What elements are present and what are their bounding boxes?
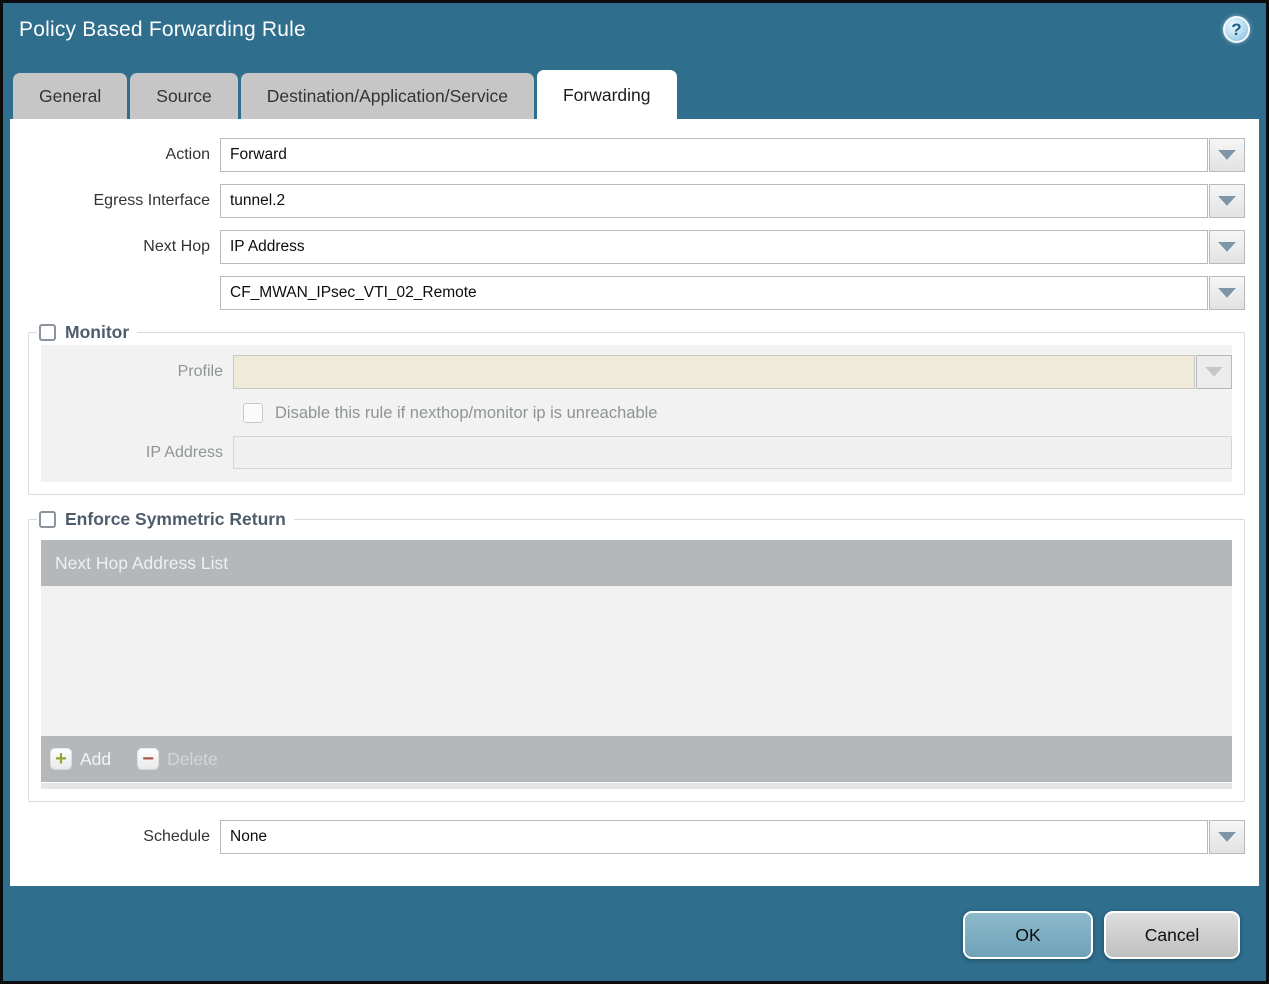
next-hop-address-field[interactable] [220, 276, 1208, 310]
action-field[interactable] [220, 138, 1208, 172]
monitor-ip-address-label: IP Address [145, 443, 223, 461]
chevron-down-icon [1218, 150, 1236, 160]
chevron-down-icon [1218, 242, 1236, 252]
disable-rule-checkbox [243, 403, 263, 423]
next-hop-address-row [10, 276, 1245, 310]
schedule-label: Schedule [143, 828, 210, 845]
chevron-down-icon [1218, 288, 1236, 298]
dialog-footer: OK Cancel [3, 886, 1266, 981]
next-hop-address-list-table: Next Hop Address List + Add − Delete [41, 540, 1232, 789]
next-hop-type-field[interactable] [220, 230, 1208, 264]
monitor-profile-dropdown-button [1196, 355, 1232, 389]
tab-general[interactable]: General [13, 73, 128, 119]
monitor-disable-rule-row: Disable this rule if nexthop/monitor ip … [243, 403, 1232, 423]
enforce-symmetric-return-title: Enforce Symmetric Return [65, 509, 286, 529]
next-hop-row: Next Hop [10, 230, 1245, 264]
monitor-panel: Profile Disable this rule if nexthop/mon… [41, 345, 1232, 482]
table-scroll-strip [41, 783, 1232, 789]
tab-source[interactable]: Source [130, 73, 238, 119]
enforce-symmetric-return-group: Enforce Symmetric Return Next Hop Addres… [28, 509, 1245, 802]
delete-button-label: Delete [167, 748, 218, 769]
egress-interface-field[interactable] [220, 184, 1208, 218]
schedule-dropdown-button[interactable] [1209, 820, 1245, 854]
egress-interface-dropdown-button[interactable] [1209, 184, 1245, 218]
help-icon[interactable]: ? [1223, 16, 1250, 43]
add-button-label: Add [80, 748, 112, 769]
tab-forwarding[interactable]: Forwarding [536, 70, 677, 119]
next-hop-address-list-body [41, 586, 1232, 736]
chevron-down-icon [1218, 832, 1236, 842]
tab-content-forwarding: Action Egress Interface Next Hop [10, 119, 1259, 886]
monitor-profile-row: Profile [41, 355, 1232, 389]
egress-interface-row: Egress Interface [10, 184, 1245, 218]
add-button[interactable]: + Add [50, 748, 111, 770]
chevron-down-icon [1218, 196, 1236, 206]
monitor-legend: Monitor [37, 322, 137, 343]
policy-based-forwarding-dialog: Policy Based Forwarding Rule ? General S… [0, 0, 1269, 984]
next-hop-address-list-column-header[interactable]: Next Hop Address List [41, 540, 1232, 586]
chevron-down-icon [1205, 367, 1223, 377]
enforce-symmetric-return-legend: Enforce Symmetric Return [37, 509, 294, 530]
action-row: Action [10, 138, 1245, 172]
schedule-field[interactable] [220, 820, 1208, 854]
tab-destination-application-service[interactable]: Destination/Application/Service [240, 73, 534, 119]
schedule-row: Schedule [10, 820, 1245, 854]
ok-button[interactable]: OK [963, 911, 1093, 959]
next-hop-label: Next Hop [143, 238, 210, 255]
egress-interface-label: Egress Interface [93, 192, 211, 209]
monitor-title: Monitor [65, 322, 130, 342]
next-hop-address-dropdown-button[interactable] [1209, 276, 1245, 310]
enforce-symmetric-return-checkbox[interactable] [39, 511, 56, 528]
next-hop-type-dropdown-button[interactable] [1209, 230, 1245, 264]
monitor-ip-address-field [233, 436, 1232, 469]
monitor-ip-address-row: IP Address [41, 436, 1232, 469]
monitor-profile-label: Profile [177, 363, 223, 380]
table-toolbar: + Add − Delete [41, 736, 1232, 782]
delete-minus-icon: − [137, 748, 160, 770]
dialog-titlebar: Policy Based Forwarding Rule ? [3, 3, 1266, 70]
add-plus-icon: + [50, 748, 72, 770]
disable-rule-label: Disable this rule if nexthop/monitor ip … [275, 403, 658, 422]
action-dropdown-button[interactable] [1209, 138, 1245, 172]
dialog-title: Policy Based Forwarding Rule [19, 18, 306, 41]
monitor-checkbox[interactable] [39, 324, 56, 341]
monitor-group: Monitor Profile Disable this rule if nex… [28, 322, 1245, 495]
delete-button: − Delete [137, 748, 218, 770]
action-label: Action [165, 146, 210, 163]
tab-bar: General Source Destination/Application/S… [3, 70, 1266, 119]
cancel-button[interactable]: Cancel [1104, 911, 1240, 959]
monitor-profile-field [233, 355, 1195, 389]
